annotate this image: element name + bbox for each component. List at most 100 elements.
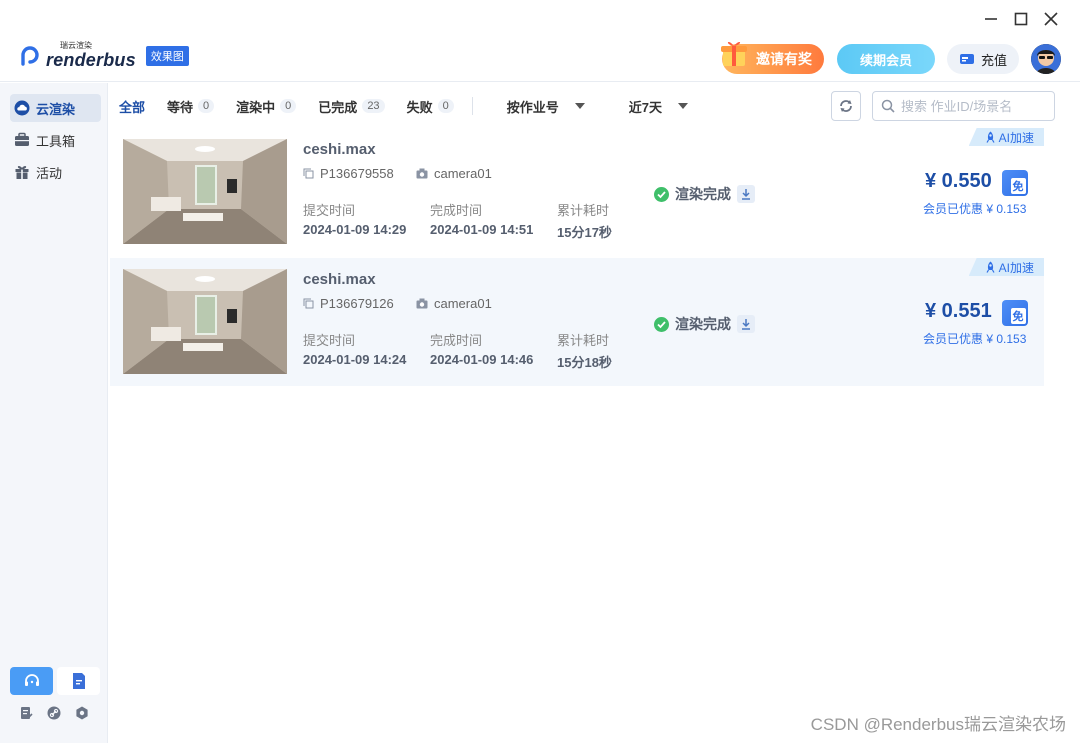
rocket-icon <box>986 261 995 273</box>
download-icon <box>742 319 750 330</box>
gift-icon <box>15 166 29 179</box>
finish-time-label: 完成时间 <box>430 203 483 218</box>
job-status: 渲染完成 <box>654 314 755 334</box>
avatar[interactable] <box>1031 44 1061 74</box>
render-thumbnail[interactable] <box>123 269 287 374</box>
filter-rendering-count: 0 <box>280 99 297 113</box>
refresh-icon <box>840 100 852 112</box>
filter-waiting[interactable]: 等待 0 <box>167 97 215 116</box>
recharge-label: 充值 <box>980 52 1007 68</box>
status-text: 渲染完成 <box>675 186 731 202</box>
download-button[interactable] <box>737 315 755 333</box>
sidebar: 云渲染 工具箱 活动 <box>0 83 108 743</box>
recharge-button[interactable]: 充值 <box>947 44 1019 74</box>
ai-tag-label: AI加速 <box>998 260 1034 275</box>
copy-icon <box>303 168 314 179</box>
filter-rendering[interactable]: 渲染中 0 <box>236 97 297 116</box>
job-row[interactable]: ceshi.max P136679126 camera01 提交时间 完成时间 … <box>110 258 1044 386</box>
sidebar-item-label: 工具箱 <box>36 133 76 149</box>
sidebar-item-toolbox[interactable]: 工具箱 <box>10 126 101 154</box>
free-badge: 免 <box>1002 300 1028 326</box>
ai-accelerate-tag: AI加速 <box>968 258 1044 276</box>
free-badge-label: 免 <box>1010 308 1026 324</box>
sort-dropdown[interactable]: 按作业号 <box>507 97 585 116</box>
sidebar-item-label: 云渲染 <box>36 101 76 117</box>
filter-done[interactable]: 已完成 23 <box>318 97 385 116</box>
filter-failed-label: 失败 <box>406 99 433 115</box>
filter-waiting-count: 0 <box>198 99 215 113</box>
job-id[interactable]: P136679126 <box>303 296 394 311</box>
job-id-text: P136679558 <box>320 166 394 181</box>
sidebar-item-activity[interactable]: 活动 <box>10 158 101 186</box>
free-badge-label: 免 <box>1010 178 1026 194</box>
app-window: 瑞云渲染 renderbus 效果图 邀请有奖 续期会员 充值 云渲染 工具箱 … <box>0 0 1080 743</box>
job-status: 渲染完成 <box>654 184 755 204</box>
settings-icon[interactable] <box>74 705 90 721</box>
finish-time: 2024-01-09 14:51 <box>430 222 534 237</box>
divider <box>471 97 473 115</box>
search-input[interactable] <box>901 98 1051 114</box>
link-icon[interactable] <box>46 705 62 721</box>
logo: 瑞云渲染 renderbus 效果图 <box>18 42 189 69</box>
sidebar-item-cloud-render[interactable]: 云渲染 <box>10 94 101 122</box>
job-price: ¥ 0.550 <box>925 170 992 192</box>
member-discount: 会员已优惠 ¥ 0.153 <box>923 332 1027 346</box>
status-text: 渲染完成 <box>675 316 731 332</box>
sidebar-item-label: 活动 <box>36 165 63 181</box>
copy-icon <box>303 298 314 309</box>
invite-label: 邀请有奖 <box>756 51 812 67</box>
logo-text: renderbus <box>46 50 136 70</box>
filter-failed[interactable]: 失败 0 <box>407 97 454 116</box>
job-id[interactable]: P136679558 <box>303 166 394 181</box>
job-camera: camera01 <box>416 296 492 311</box>
date-range-label: 近7天 <box>628 99 662 115</box>
member-discount: 会员已优惠 ¥ 0.153 <box>923 202 1027 216</box>
camera-name: camera01 <box>434 296 492 311</box>
search-box <box>872 91 1055 121</box>
check-circle-icon <box>654 186 669 202</box>
finish-time: 2024-01-09 14:46 <box>430 352 534 367</box>
job-camera: camera01 <box>416 166 492 181</box>
caret-down-icon <box>677 103 688 109</box>
filter-all-label: 全部 <box>119 99 146 115</box>
search-icon <box>881 99 895 113</box>
duration: 15分18秒 <box>557 355 612 370</box>
submit-time: 2024-01-09 14:24 <box>303 352 407 367</box>
date-range-dropdown[interactable]: 近7天 <box>629 97 688 116</box>
job-price: ¥ 0.551 <box>925 300 992 322</box>
customer-service-button[interactable] <box>10 667 53 695</box>
close-icon[interactable] <box>1042 10 1060 28</box>
sort-dropdown-label: 按作业号 <box>506 99 559 115</box>
filter-all[interactable]: 全部 <box>119 97 145 116</box>
finish-time-label: 完成时间 <box>430 333 483 348</box>
free-badge: 免 <box>1002 170 1028 196</box>
filter-bar: 全部 等待 0 渲染中 0 已完成 23 失败 0 按作业号 近7天 <box>119 96 728 116</box>
invite-button[interactable]: 邀请有奖 <box>721 41 824 74</box>
ai-accelerate-tag: AI加速 <box>968 128 1044 146</box>
render-thumbnail[interactable] <box>123 139 287 244</box>
submit-time-label: 提交时间 <box>303 333 356 348</box>
job-row[interactable]: ceshi.max P136679558 camera01 提交时间 完成时间 … <box>110 128 1044 256</box>
submit-time-label: 提交时间 <box>303 203 356 218</box>
wallet-icon <box>959 54 974 64</box>
duration: 15分17秒 <box>557 225 612 240</box>
window-controls <box>982 10 1060 28</box>
renderbus-logo-icon <box>21 45 39 66</box>
document-icon <box>72 673 85 689</box>
duration-label: 累计耗时 <box>557 203 610 218</box>
notes-icon[interactable] <box>18 705 34 721</box>
renew-label: 续期会员 <box>859 52 912 68</box>
document-button[interactable] <box>57 667 100 695</box>
renew-membership-button[interactable]: 续期会员 <box>837 44 935 74</box>
download-button[interactable] <box>737 185 755 203</box>
filter-failed-count: 0 <box>437 99 454 113</box>
logo-small-text: 瑞云渲染 <box>60 41 92 50</box>
headset-icon <box>24 674 39 686</box>
camera-icon <box>416 168 428 179</box>
job-scene-name: ceshi.max <box>303 141 376 158</box>
minimize-icon[interactable] <box>982 10 1000 28</box>
maximize-icon[interactable] <box>1012 10 1030 28</box>
refresh-button[interactable] <box>831 91 861 121</box>
submit-time: 2024-01-09 14:29 <box>303 222 407 237</box>
camera-name: camera01 <box>434 166 492 181</box>
